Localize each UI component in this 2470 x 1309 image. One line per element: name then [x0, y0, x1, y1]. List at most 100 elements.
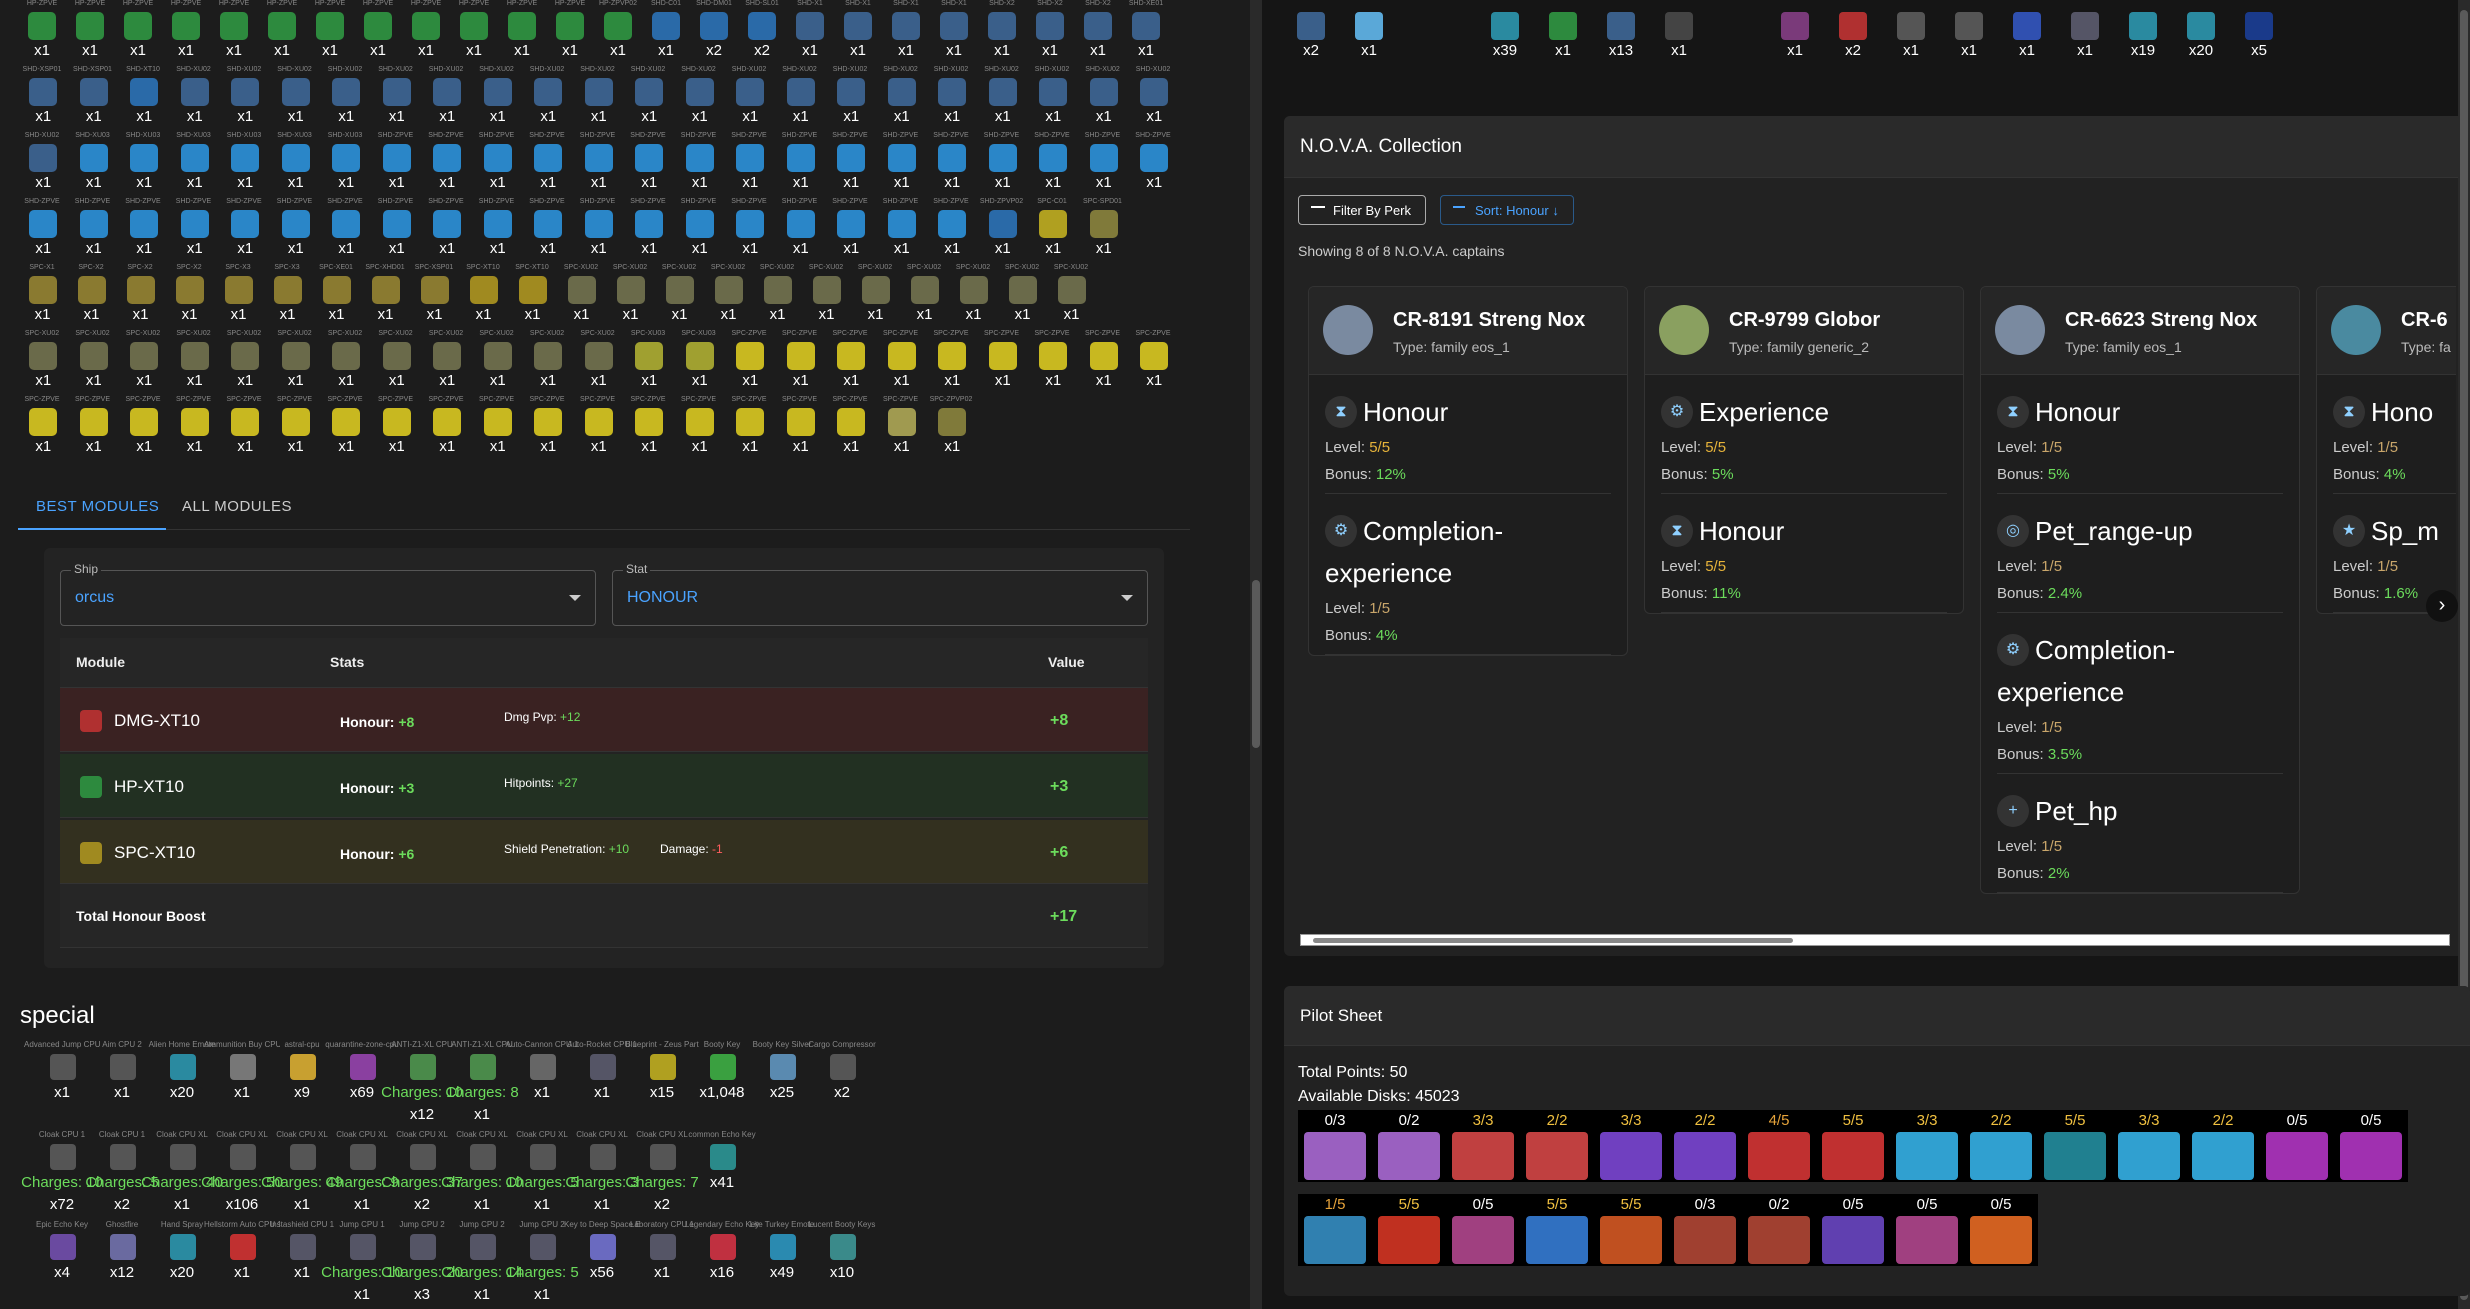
- inventory-item[interactable]: SHD-ZPVE x1: [725, 198, 776, 264]
- inventory-item[interactable]: SHD-XU02 x1: [877, 66, 928, 132]
- inventory-item[interactable]: SPC-XU02 x1: [321, 330, 372, 396]
- inventory-item[interactable]: SPC-XU02 x1: [574, 330, 625, 396]
- inventory-item[interactable]: SPC-XU02 x1: [655, 264, 704, 330]
- pilot-skill[interactable]: 0/5: [2260, 1110, 2334, 1182]
- pilot-skill[interactable]: 2/2: [1964, 1110, 2038, 1182]
- pilot-skill[interactable]: 2/2: [1520, 1110, 1594, 1182]
- inventory-item[interactable]: SHD-XU02 x1: [422, 66, 473, 132]
- inventory-item[interactable]: HP-ZPVE x1: [162, 0, 210, 66]
- left-scrollbar[interactable]: [1250, 0, 1262, 1309]
- pilot-skill[interactable]: 3/3: [1446, 1110, 1520, 1182]
- inventory-item[interactable]: SHD-XU02 x1: [1079, 66, 1130, 132]
- pilot-skill[interactable]: 3/3: [1890, 1110, 1964, 1182]
- inventory-item[interactable]: SHD-ZPVE x1: [69, 198, 120, 264]
- pilot-skill[interactable]: 0/3: [1668, 1194, 1742, 1266]
- inventory-item[interactable]: SHD-ZPVE x1: [826, 132, 877, 198]
- inventory-item[interactable]: SHD-XU03 x1: [220, 132, 271, 198]
- inventory-item[interactable]: SHD-ZPVE x1: [523, 198, 574, 264]
- inventory-item[interactable]: SHD-ZPVE x1: [220, 198, 271, 264]
- inventory-item[interactable]: SHD-XU02 x1: [1028, 66, 1079, 132]
- inventory-item[interactable]: SHD-ZPVE x1: [422, 198, 473, 264]
- inventory-item[interactable]: SHD-ZPVE x1: [271, 198, 322, 264]
- inventory-item[interactable]: SHD-XU03 x1: [321, 132, 372, 198]
- inventory-item[interactable]: SPC-X2 x1: [67, 264, 116, 330]
- inventory-item[interactable]: HP-ZPVE x1: [18, 0, 66, 66]
- inventory-item[interactable]: SHD-XU02 x1: [776, 66, 827, 132]
- inventory-item[interactable]: SHD-XU02 x1: [978, 66, 1029, 132]
- inventory-item[interactable]: SPC-XU02 x1: [473, 330, 524, 396]
- inventory-item[interactable]: SHD-ZPVE x1: [877, 132, 928, 198]
- inventory-item[interactable]: SHD-ZPVE x1: [927, 132, 978, 198]
- inventory-item[interactable]: SPC-XU02 x1: [1047, 264, 1096, 330]
- pilot-skill[interactable]: 0/5: [1964, 1194, 2038, 1266]
- inventory-item[interactable]: SHD-XU02 x1: [372, 66, 423, 132]
- tab-best-modules[interactable]: BEST MODULES: [36, 498, 159, 515]
- inventory-item[interactable]: SPC-ZPVE x1: [725, 330, 776, 396]
- inventory-item[interactable]: SPC-XU02 x1: [557, 264, 606, 330]
- inventory-item[interactable]: SHD-XT10 x1: [119, 66, 170, 132]
- inventory-item[interactable]: SHD-XE01 x1: [1122, 0, 1170, 66]
- inventory-item[interactable]: SPC-XU02 x1: [271, 330, 322, 396]
- inventory-item[interactable]: SPC-XU02 x1: [753, 264, 802, 330]
- inventory-item[interactable]: SPC-X3 x1: [263, 264, 312, 330]
- inventory-item[interactable]: SHD-ZPVE x1: [321, 198, 372, 264]
- inventory-item[interactable]: SPC-ZPVE x1: [826, 396, 877, 462]
- inventory-item[interactable]: SHD-XSP01 x1: [69, 66, 120, 132]
- inventory-item[interactable]: SHD-C01 x1: [642, 0, 690, 66]
- inventory-item[interactable]: SHD-ZPVE x1: [523, 132, 574, 198]
- inventory-item[interactable]: SPC-ZPVE x1: [624, 396, 675, 462]
- pilot-skill[interactable]: 0/5: [1446, 1194, 1520, 1266]
- inventory-item[interactable]: SPC-ZPVE x1: [170, 396, 221, 462]
- inventory-item[interactable]: SHD-X2 x1: [1074, 0, 1122, 66]
- inventory-item[interactable]: SHD-SL01 x2: [738, 0, 786, 66]
- inventory-item[interactable]: SPC-X3 x1: [214, 264, 263, 330]
- inventory-item[interactable]: SHD-ZPVE x1: [725, 132, 776, 198]
- inventory-item[interactable]: SPC-XHD01 x1: [361, 264, 410, 330]
- inventory-item[interactable]: SPC-ZPVE x1: [776, 396, 827, 462]
- inventory-item[interactable]: SHD-ZPVE x1: [978, 132, 1029, 198]
- captain-card[interactable]: CR-9799 Globor Type: family generic_2 ⚙ Exp…: [1644, 286, 1964, 614]
- inventory-item[interactable]: SHD-ZPVE x1: [1028, 132, 1079, 198]
- inventory-item[interactable]: SHD-X1 x1: [930, 0, 978, 66]
- inventory-item[interactable]: SHD-X1 x1: [882, 0, 930, 66]
- pilot-skill[interactable]: 5/5: [2038, 1110, 2112, 1182]
- inventory-item[interactable]: SPC-ZPVP02 x1: [927, 396, 978, 462]
- inventory-item[interactable]: SPC-XU02 x1: [998, 264, 1047, 330]
- inventory-item[interactable]: SHD-ZPVE x1: [624, 198, 675, 264]
- inventory-item[interactable]: SHD-ZPVE x1: [826, 198, 877, 264]
- inventory-item[interactable]: SHD-DM01 x2: [690, 0, 738, 66]
- inventory-item[interactable]: SHD-ZPVE x1: [675, 132, 726, 198]
- inventory-item[interactable]: SHD-X1 x1: [786, 0, 834, 66]
- pilot-skill[interactable]: 5/5: [1594, 1194, 1668, 1266]
- inventory-item[interactable]: SPC-XU02 x1: [422, 330, 473, 396]
- inventory-item[interactable]: SHD-XU02 x1: [826, 66, 877, 132]
- inventory-item[interactable]: HP-ZPVE x1: [210, 0, 258, 66]
- pilot-skill[interactable]: 5/5: [1816, 1110, 1890, 1182]
- inventory-item[interactable]: SHD-ZPVE x1: [574, 198, 625, 264]
- pilot-skill[interactable]: 4/5: [1742, 1110, 1816, 1182]
- inventory-item[interactable]: SPC-XT10 x1: [508, 264, 557, 330]
- inventory-item[interactable]: SPC-ZPVE x1: [725, 396, 776, 462]
- pilot-skill[interactable]: 0/5: [1890, 1194, 1964, 1266]
- inventory-item[interactable]: SPC-X1 x1: [18, 264, 67, 330]
- inventory-item[interactable]: SPC-XU02 x1: [900, 264, 949, 330]
- inventory-item[interactable]: SHD-XU03 x1: [69, 132, 120, 198]
- inventory-item[interactable]: SHD-ZPVE x1: [776, 198, 827, 264]
- inventory-item[interactable]: SPC-ZPVE x1: [978, 330, 1029, 396]
- inventory-item[interactable]: SHD-ZPVE x1: [624, 132, 675, 198]
- pilot-skill[interactable]: 5/5: [1520, 1194, 1594, 1266]
- inventory-item[interactable]: HP-ZPVE x1: [546, 0, 594, 66]
- inventory-item[interactable]: SHD-XU02 x1: [675, 66, 726, 132]
- ship-select[interactable]: Ship orcus: [60, 562, 596, 626]
- special-item[interactable]: common Echo Key x41: [688, 1130, 755, 1220]
- inventory-item[interactable]: SHD-ZPVE x1: [574, 132, 625, 198]
- inventory-item[interactable]: SPC-X2 x1: [165, 264, 214, 330]
- inventory-item[interactable]: SHD-X1 x1: [834, 0, 882, 66]
- inventory-item[interactable]: SPC-XU02 x1: [170, 330, 221, 396]
- inventory-item[interactable]: HP-ZPVE x1: [306, 0, 354, 66]
- inventory-item[interactable]: SHD-XU02 x1: [321, 66, 372, 132]
- inventory-item[interactable]: SHD-XU02 x1: [220, 66, 271, 132]
- special-item[interactable]: Lucent Booty Keys x10: [809, 1220, 876, 1309]
- inventory-item[interactable]: SPC-ZPVE x1: [1079, 330, 1130, 396]
- inventory-item[interactable]: SPC-XE01 x1: [312, 264, 361, 330]
